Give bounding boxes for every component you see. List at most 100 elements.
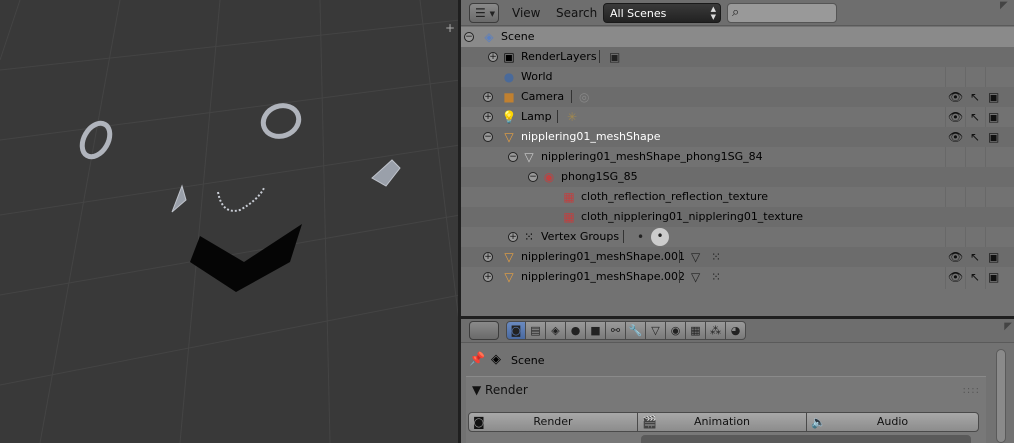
tree-row-vertex-groups[interactable]: + ⁙ Vertex Groups • • bbox=[461, 227, 1014, 247]
viewport-split-corner-icon[interactable]: + bbox=[444, 22, 456, 34]
expand-icon[interactable]: + bbox=[483, 252, 493, 262]
menu-view[interactable]: View bbox=[512, 6, 540, 20]
cursor-select-icon[interactable]: ↖ bbox=[970, 129, 980, 145]
material-icon: ◉ bbox=[543, 170, 555, 184]
tree-row-texture[interactable]: ▦ cloth_reflection_reflection_texture bbox=[461, 187, 1014, 207]
expand-icon[interactable]: + bbox=[488, 52, 498, 62]
fragment-object-right[interactable] bbox=[371, 159, 401, 187]
camera-data-icon[interactable]: ◎ bbox=[579, 89, 589, 105]
mesh-data-icon[interactable]: ▽ bbox=[691, 269, 700, 285]
render-button[interactable]: ◙ Render bbox=[468, 412, 638, 432]
ring-object-left[interactable] bbox=[77, 118, 116, 161]
vertex-group-dot-icon[interactable]: • bbox=[637, 229, 644, 245]
mesh-icon: ▽ bbox=[504, 250, 514, 264]
modifiers-tab-icon[interactable]: 🔧 bbox=[626, 321, 646, 340]
menu-search[interactable]: Search bbox=[556, 6, 597, 20]
tree-row-mesh-001[interactable]: + ▽ nipplering01_meshShape.001 ▽ ⁙ 👁 ↖ ▣ bbox=[461, 247, 1014, 267]
render-camera-icon[interactable]: ▣ bbox=[988, 269, 999, 285]
editor-type-button[interactable] bbox=[469, 321, 499, 340]
editor-type-button[interactable]: ☰ ▼ bbox=[469, 3, 499, 23]
cursor-select-icon[interactable]: ↖ bbox=[970, 109, 980, 125]
mesh-icon: ▽ bbox=[504, 130, 514, 144]
expand-icon[interactable]: + bbox=[508, 232, 518, 242]
fragment-object-left[interactable] bbox=[171, 184, 187, 213]
collapse-icon[interactable]: − bbox=[483, 132, 493, 142]
tree-label: World bbox=[521, 70, 553, 83]
cursor-select-icon[interactable]: ↖ bbox=[970, 249, 980, 265]
tree-row-camera[interactable]: + ■ Camera ◎ 👁 ↖ ▣ bbox=[461, 87, 1014, 107]
render-button-label: Render bbox=[533, 415, 573, 428]
render-camera-icon[interactable]: ▣ bbox=[988, 249, 999, 265]
scene-tab-icon[interactable]: ◈ bbox=[546, 321, 566, 340]
area-corner-icon[interactable]: ◤ bbox=[1004, 321, 1012, 332]
scrollbar[interactable] bbox=[996, 349, 1006, 443]
display-mode-select[interactable]: All Scenes ▲ ▼ bbox=[603, 3, 721, 23]
tree-row-material[interactable]: − ◉ phong1SG_85 bbox=[461, 167, 1014, 187]
cursor-select-icon[interactable]: ↖ bbox=[970, 269, 980, 285]
visibility-controls: 👁 ↖ ▣ bbox=[948, 107, 1008, 127]
search-input[interactable]: ⌕ bbox=[727, 3, 837, 23]
eye-icon[interactable]: 👁 bbox=[948, 129, 963, 145]
physics-tab-icon[interactable]: ◕ bbox=[726, 321, 746, 340]
scene-icon: ◈ bbox=[491, 352, 501, 367]
world-tab-icon[interactable]: ● bbox=[566, 321, 586, 340]
tree-row-renderlayers[interactable]: + ▣ RenderLayers ▣ bbox=[461, 47, 1014, 67]
tree-label: cloth_nipplering01_nipplering01_texture bbox=[581, 210, 804, 223]
chain-object[interactable] bbox=[217, 187, 265, 212]
render-tab-icon[interactable]: ◙ bbox=[506, 321, 526, 340]
tree-row-texture[interactable]: ▦ cloth_nipplering01_nipplering01_textur… bbox=[461, 207, 1014, 227]
vertex-group-circle-icon[interactable]: • bbox=[651, 228, 669, 246]
collapse-icon[interactable]: − bbox=[464, 32, 474, 42]
viewport-canvas[interactable] bbox=[0, 0, 460, 443]
panel-header[interactable]: ▼ Render bbox=[472, 383, 528, 397]
animation-button-label: Animation bbox=[693, 415, 751, 428]
eye-icon[interactable]: 👁 bbox=[948, 269, 963, 285]
tree-row-world[interactable]: ● World bbox=[461, 67, 1014, 87]
expand-icon[interactable]: + bbox=[483, 92, 493, 102]
tree-row-mesh-data[interactable]: − ▽ nipplering01_meshShape_phong1SG_84 bbox=[461, 147, 1014, 167]
render-camera-icon[interactable]: ▣ bbox=[988, 89, 999, 105]
updown-arrows-icon: ▲ ▼ bbox=[710, 5, 716, 21]
texture-tab-icon[interactable]: ▦ bbox=[686, 321, 706, 340]
render-icon: ◙ bbox=[473, 415, 485, 429]
audio-button[interactable]: 🔈 Audio bbox=[806, 412, 979, 432]
render-camera-icon[interactable]: ▣ bbox=[988, 109, 999, 125]
separator bbox=[679, 270, 680, 283]
cursor-select-icon[interactable]: ↖ bbox=[970, 89, 980, 105]
vertex-groups-icon[interactable]: ⁙ bbox=[711, 269, 721, 285]
tree-row-lamp[interactable]: + 💡 Lamp ✳ 👁 ↖ ▣ bbox=[461, 107, 1014, 127]
area-corner-icon[interactable]: ◤ bbox=[1000, 0, 1012, 12]
tree-label: Lamp bbox=[521, 110, 552, 123]
separator bbox=[571, 90, 572, 103]
drag-handle-icon[interactable]: :::: bbox=[963, 385, 980, 396]
eye-icon[interactable]: 👁 bbox=[948, 109, 963, 125]
render-layer-icon[interactable]: ▣ bbox=[609, 49, 620, 65]
tree-row-scene[interactable]: − ◈ Scene bbox=[461, 27, 1014, 47]
expand-icon[interactable]: + bbox=[483, 112, 493, 122]
ring-object-right[interactable] bbox=[259, 101, 303, 142]
lamp-data-icon[interactable]: ✳ bbox=[567, 109, 577, 125]
tree-label: nipplering01_meshShape.002 bbox=[521, 270, 685, 283]
vertex-groups-icon[interactable]: ⁙ bbox=[711, 249, 721, 265]
particles-tab-icon[interactable]: ⁂ bbox=[706, 321, 726, 340]
render-layers-tab-icon[interactable]: ▤ bbox=[526, 321, 546, 340]
camera-icon: ■ bbox=[503, 90, 515, 104]
object-tab-icon[interactable]: ■ bbox=[586, 321, 606, 340]
eye-icon[interactable]: 👁 bbox=[948, 89, 963, 105]
expand-icon[interactable]: + bbox=[483, 272, 493, 282]
tree-row-mesh[interactable]: − ▽ nipplering01_meshShape 👁 ↖ ▣ bbox=[461, 127, 1014, 147]
next-panel-field[interactable] bbox=[641, 435, 971, 443]
dark-mesh-object[interactable] bbox=[190, 224, 302, 292]
data-tab-icon[interactable]: ▽ bbox=[646, 321, 666, 340]
collapse-icon[interactable]: − bbox=[508, 152, 518, 162]
animation-button[interactable]: 🎬 Animation bbox=[637, 412, 807, 432]
render-camera-icon[interactable]: ▣ bbox=[988, 129, 999, 145]
3d-viewport[interactable]: + bbox=[0, 0, 460, 443]
tree-row-mesh-002[interactable]: + ▽ nipplering01_meshShape.002 ▽ ⁙ 👁 ↖ ▣ bbox=[461, 267, 1014, 287]
collapse-icon[interactable]: − bbox=[528, 172, 538, 182]
eye-icon[interactable]: 👁 bbox=[948, 249, 963, 265]
mesh-data-icon[interactable]: ▽ bbox=[691, 249, 700, 265]
constraints-tab-icon[interactable]: ⚯ bbox=[606, 321, 626, 340]
pin-icon[interactable]: 📌 bbox=[469, 352, 485, 367]
material-tab-icon[interactable]: ◉ bbox=[666, 321, 686, 340]
